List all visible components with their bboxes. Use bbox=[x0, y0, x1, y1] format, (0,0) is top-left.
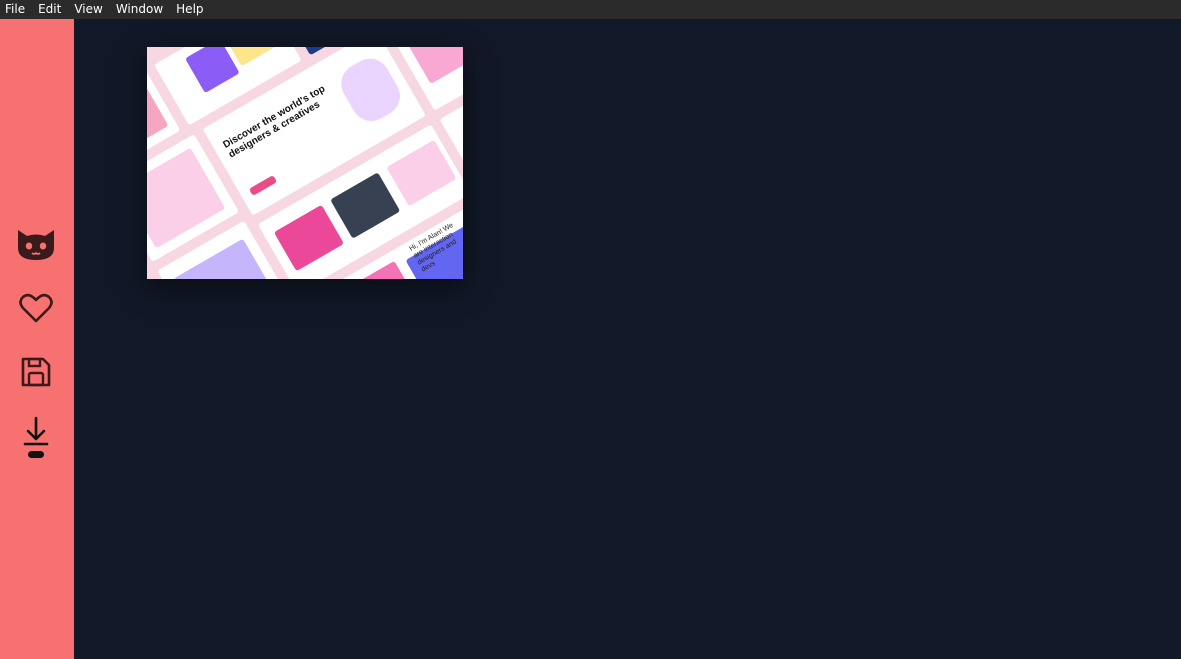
sidebar bbox=[0, 19, 74, 659]
main-area: Discover the world's top designers & cre… bbox=[74, 19, 1181, 659]
download-button[interactable] bbox=[14, 416, 58, 460]
menu-edit[interactable]: Edit bbox=[38, 0, 61, 19]
menu-bar: File Edit View Window Help bbox=[0, 0, 1181, 19]
cat-button[interactable] bbox=[14, 222, 58, 266]
download-icon bbox=[23, 416, 49, 458]
menu-window[interactable]: Window bbox=[116, 0, 163, 19]
save-icon bbox=[21, 357, 51, 387]
menu-view[interactable]: View bbox=[74, 0, 102, 19]
save-button[interactable] bbox=[14, 350, 58, 394]
heart-icon bbox=[19, 293, 53, 323]
menu-help[interactable]: Help bbox=[176, 0, 203, 19]
cat-icon bbox=[18, 230, 54, 260]
menu-file[interactable]: File bbox=[5, 0, 25, 19]
favorite-button[interactable] bbox=[14, 286, 58, 330]
image-thumbnail[interactable]: Discover the world's top designers & cre… bbox=[147, 47, 463, 279]
